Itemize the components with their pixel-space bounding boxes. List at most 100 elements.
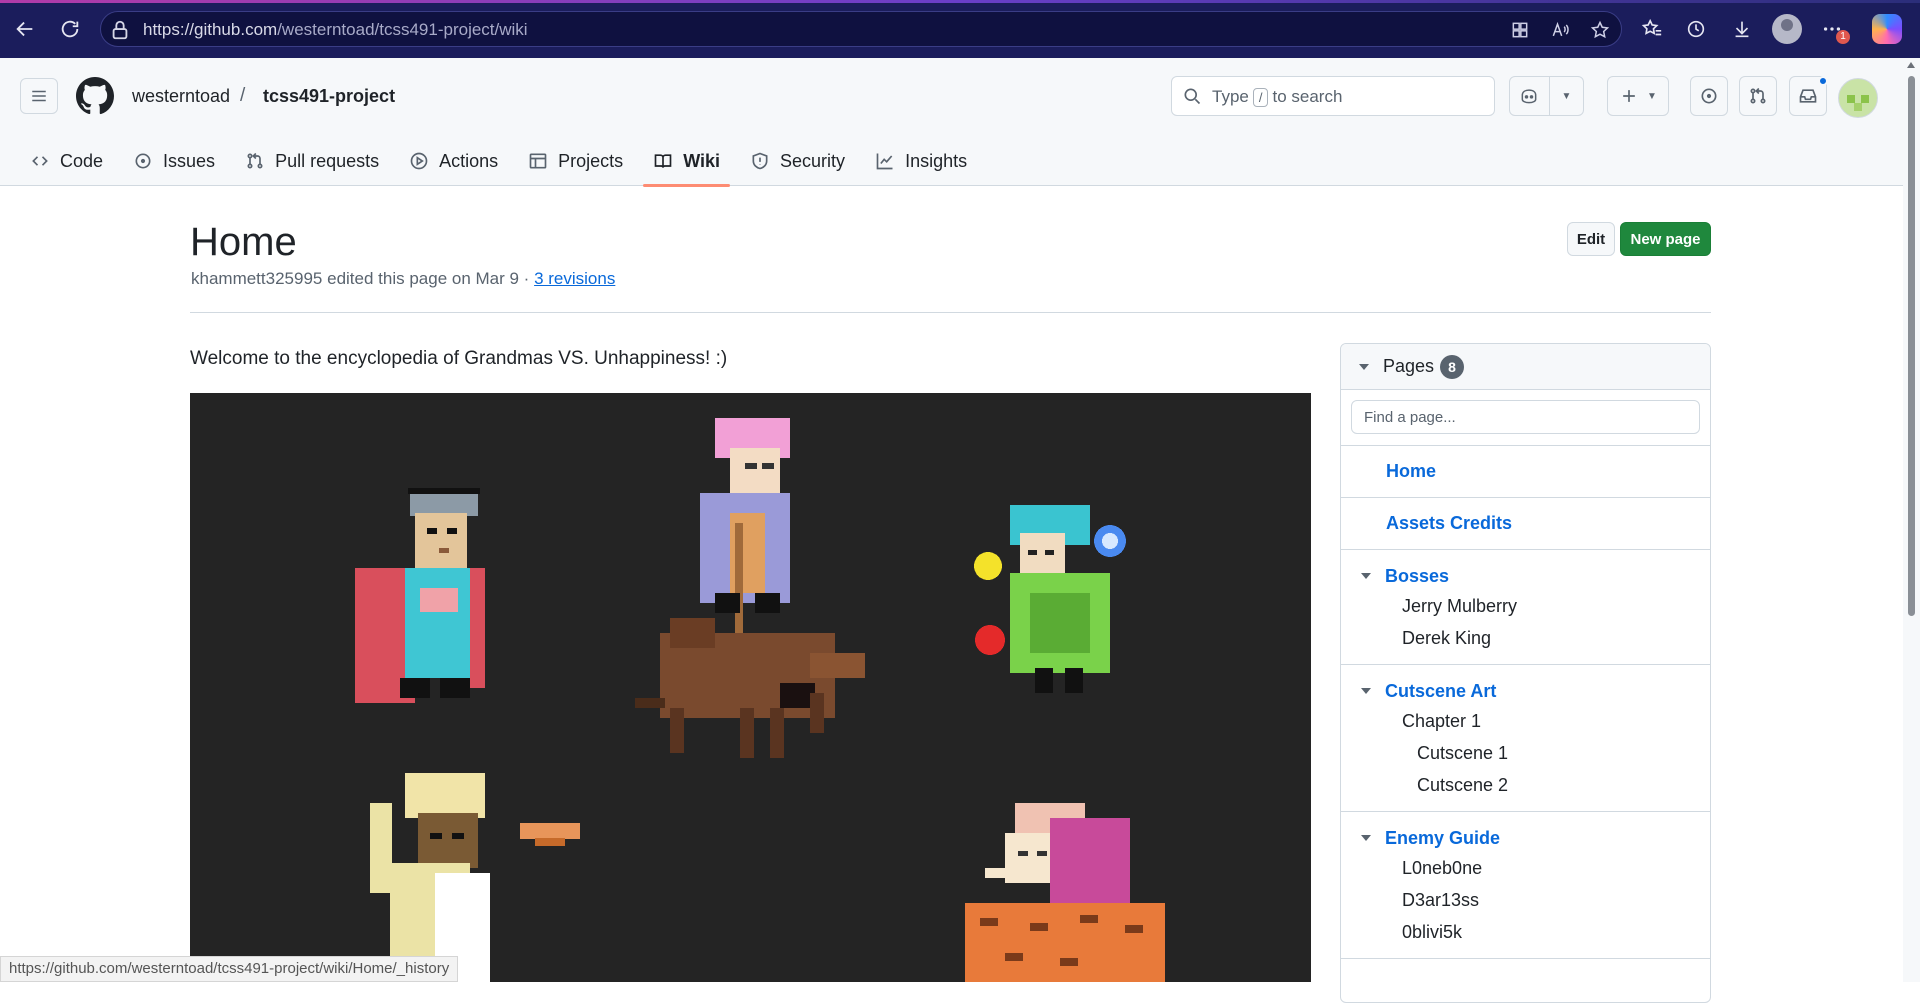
search-input[interactable]: Type / to search <box>1171 76 1495 116</box>
tab-wiki[interactable]: Wiki <box>643 136 730 187</box>
copilot-icon[interactable] <box>1872 14 1902 44</box>
grandma-green-dress-sprite <box>974 505 1126 693</box>
browser-profile-avatar[interactable] <box>1772 14 1802 44</box>
edit-description: edited this page on Mar 9 · <box>327 269 530 288</box>
sidebar-subitem[interactable]: 0blivi5k <box>1341 916 1710 948</box>
sidebar-link-home[interactable]: Home <box>1341 446 1710 497</box>
inbox-icon <box>1799 89 1817 103</box>
address-bar[interactable]: https://github.com/westerntoad/tcss491-p… <box>100 11 1622 47</box>
issue-icon <box>1701 88 1717 104</box>
history-icon[interactable] <box>1681 14 1711 44</box>
downloads-icon[interactable] <box>1727 14 1757 44</box>
sidebar-subitem[interactable]: Jerry Mulberry <box>1341 590 1710 622</box>
book-icon <box>654 154 672 168</box>
site-info-icon[interactable] <box>109 19 131 41</box>
refresh-icon[interactable] <box>55 14 85 44</box>
chef-sprite <box>370 773 580 982</box>
sidebar-subitem[interactable]: Chapter 1 <box>1341 705 1710 737</box>
sidebar-subitem[interactable]: Cutscene 2 <box>1341 769 1710 801</box>
author-name: khammett325995 <box>191 269 323 288</box>
menu-icon[interactable] <box>20 78 58 114</box>
new-page-button[interactable]: New page <box>1620 222 1711 256</box>
sidebar-link-enemy-guide[interactable]: Enemy Guide <box>1385 828 1500 849</box>
edit-button[interactable]: Edit <box>1567 222 1615 256</box>
page-title: Home <box>190 220 297 264</box>
pull-request-icon <box>1750 87 1766 104</box>
cat-pile-grandpa-sprite <box>965 803 1165 982</box>
chevron-down-icon <box>1359 363 1369 370</box>
page-scrollbar[interactable] <box>1903 58 1920 982</box>
scrollbar-thumb[interactable] <box>1908 76 1915 616</box>
search-icon <box>1182 86 1202 106</box>
user-avatar[interactable] <box>1838 78 1878 118</box>
path-separator: / <box>240 85 246 106</box>
brown-horse-sprite <box>635 618 865 758</box>
sidebar-link-cutscene-art[interactable]: Cutscene Art <box>1385 681 1496 702</box>
app-available-icon[interactable] <box>1507 17 1533 43</box>
chevron-down-icon[interactable] <box>1361 573 1371 579</box>
back-icon[interactable] <box>10 14 40 44</box>
issues-shortcut-button[interactable] <box>1690 76 1728 116</box>
welcome-text: Welcome to the encyclopedia of Grandmas … <box>190 348 728 369</box>
copilot-chat-icon[interactable] <box>1510 86 1549 106</box>
plus-icon <box>1623 90 1635 102</box>
browser-tab-strip <box>0 0 1920 3</box>
repo-tab-nav: Code Issues Pull requests Actions Projec… <box>20 136 987 187</box>
sidebar-link-assets-credits[interactable]: Assets Credits <box>1341 498 1710 549</box>
sidebar-link-bosses[interactable]: Bosses <box>1385 566 1449 587</box>
sidebar-item-home: Home <box>1341 446 1710 498</box>
tab-insights[interactable]: Insights <box>865 136 977 186</box>
link-preview-status: https://github.com/westerntoad/tcss491-p… <box>0 956 459 982</box>
favorites-icon[interactable] <box>1637 14 1667 44</box>
chevron-down-icon[interactable] <box>1361 688 1371 694</box>
scroll-up-arrow-icon[interactable] <box>1907 62 1915 68</box>
chevron-down-icon[interactable] <box>1361 835 1371 841</box>
find-page-input[interactable] <box>1351 400 1700 434</box>
favorite-star-icon[interactable] <box>1587 17 1613 43</box>
tab-code[interactable]: Code <box>20 136 113 186</box>
pull-request-icon <box>247 152 263 169</box>
grandma-pink-hair-sprite <box>700 418 790 633</box>
create-new-button[interactable]: ▼ <box>1607 76 1669 116</box>
code-icon <box>32 156 48 166</box>
pages-title: Pages <box>1383 356 1435 376</box>
tab-projects[interactable]: Projects <box>518 136 633 186</box>
page-filter <box>1341 390 1710 446</box>
sidebar-group-enemy-guide: Enemy Guide L0neb0ne D3ar13ss 0blivi5k <box>1341 812 1710 959</box>
notification-badge: 1 <box>1836 30 1850 44</box>
repo-name-link[interactable]: tcss491-project <box>263 86 395 107</box>
sidebar-group-bosses: Bosses Jerry Mulberry Derek King <box>1341 550 1710 665</box>
chevron-down-icon: ▼ <box>1647 90 1657 102</box>
sidebar-subitem[interactable]: Cutscene 1 <box>1341 737 1710 769</box>
tab-security[interactable]: Security <box>740 136 855 186</box>
copilot-dropdown-chevron-icon[interactable]: ▼ <box>1550 91 1583 102</box>
search-shortcut-key: / <box>1252 88 1269 107</box>
grandma-red-cape-sprite <box>355 488 485 703</box>
copilot-button-group: ▼ <box>1509 76 1584 116</box>
github-logo-icon[interactable] <box>76 77 114 115</box>
url-text[interactable]: https://github.com/westerntoad/tcss491-p… <box>143 20 528 40</box>
read-aloud-icon[interactable] <box>1547 17 1573 43</box>
tab-actions[interactable]: Actions <box>399 136 508 186</box>
tab-issues[interactable]: Issues <box>123 136 225 186</box>
tab-pull-requests[interactable]: Pull requests <box>235 136 389 186</box>
sidebar-group-cutscene-art: Cutscene Art Chapter 1 Cutscene 1 Cutsce… <box>1341 665 1710 812</box>
sidebar-subitem[interactable]: Derek King <box>1341 622 1710 654</box>
repo-owner-link[interactable]: westerntoad <box>132 86 230 107</box>
pages-count-badge: 8 <box>1440 354 1465 379</box>
sidebar-subitem[interactable]: D3ar13ss <box>1341 884 1710 916</box>
divider <box>190 312 1711 313</box>
shield-icon <box>752 152 768 170</box>
pages-header-toggle[interactable]: Pages 8 <box>1341 344 1710 390</box>
revisions-link[interactable]: 3 revisions <box>534 269 615 288</box>
pull-requests-shortcut-button[interactable] <box>1739 76 1777 116</box>
character-art-image <box>190 393 1311 982</box>
graph-icon <box>876 153 893 170</box>
sidebar-subitem[interactable]: L0neb0ne <box>1341 852 1710 884</box>
sidebar-item-assets-credits: Assets Credits <box>1341 498 1710 550</box>
play-icon <box>410 152 428 170</box>
table-icon <box>529 153 547 169</box>
edit-metadata: khammett325995 edited this page on Mar 9… <box>191 269 615 289</box>
repo-header: westerntoad / tcss491-project Type / to se… <box>0 58 1920 187</box>
issue-icon <box>135 153 151 169</box>
